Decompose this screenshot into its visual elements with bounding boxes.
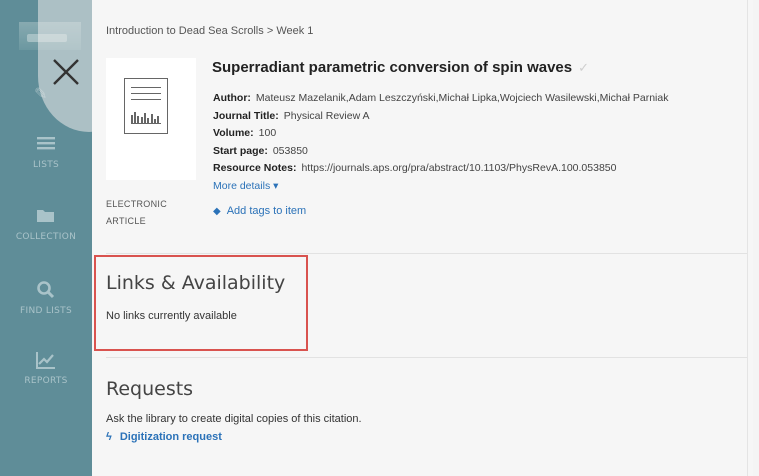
- sidebar-item-label: REPORTS: [24, 376, 68, 386]
- add-tags-label: Add tags to item: [226, 205, 307, 217]
- item-type-label: ELECTRONIC ARTICLE: [106, 199, 168, 226]
- meta-row-resource-notes: Resource Notes: https://journals.aps.org/…: [213, 160, 668, 178]
- sidebar-item-find-lists[interactable]: FIND LISTS: [0, 280, 92, 354]
- article-icon: [124, 78, 168, 134]
- more-details-link[interactable]: More details ▾: [213, 180, 278, 192]
- sidebar-item-label: LISTS: [32, 160, 60, 170]
- folder-icon: [37, 210, 54, 222]
- item-title: Superradiant parametric conversion of sp…: [212, 59, 573, 76]
- meta-value: Physical Review A: [283, 109, 370, 122]
- add-tags-link[interactable]: ◆ Add tags to item: [213, 205, 306, 217]
- breadcrumb: Introduction to Dead Sea Scrolls > Week …: [106, 25, 313, 37]
- tag-icon: ◆: [213, 206, 221, 217]
- meta-key: Author:: [213, 92, 251, 104]
- meta-value: Mateusz Mazelanik,Adam Leszczyński,Micha…: [255, 92, 669, 104]
- divider: [106, 253, 753, 254]
- search-icon: [37, 281, 55, 299]
- sidebar-item-label: FIND LISTS: [20, 306, 72, 316]
- requests-description: Ask the library to create digital copies…: [106, 413, 362, 425]
- chart-icon: [36, 352, 55, 369]
- sidebar-item-label: COLLECTION: [15, 232, 77, 242]
- close-icon[interactable]: [44, 50, 88, 94]
- sidebar-item-collection[interactable]: COLLECTION: [0, 206, 92, 280]
- meta-key: Start page:: [213, 144, 268, 157]
- item-metadata: Author: Mateusz Mazelanik,Adam Leszczyńsk…: [213, 90, 668, 195]
- meta-row-author: Author: Mateusz Mazelanik,Adam Leszczyńsk…: [213, 90, 668, 108]
- breadcrumb-week[interactable]: Week 1: [276, 25, 313, 37]
- meta-key: Resource Notes:: [213, 162, 297, 174]
- divider: [106, 357, 753, 358]
- checkmark-icon[interactable]: ✓: [578, 60, 589, 76]
- document-thumbnail: [106, 58, 196, 180]
- sidebar-item-lists[interactable]: LISTS: [0, 134, 92, 208]
- list-icon: [37, 137, 55, 150]
- meta-key: Volume:: [213, 127, 254, 139]
- meta-value: https://journals.aps.org/pra/abstract/10…: [301, 162, 617, 174]
- meta-key: Journal Title:: [213, 109, 279, 122]
- digitization-request-link[interactable]: ϟ Digitization request: [106, 431, 222, 443]
- meta-value: 100: [258, 127, 277, 139]
- requests-heading: Requests: [106, 378, 194, 400]
- breadcrumb-course[interactable]: Introduction to Dead Sea Scrolls: [106, 25, 264, 37]
- item-detail-panel: Introduction to Dead Sea Scrolls > Week …: [92, 0, 753, 476]
- sidebar-item-reports[interactable]: REPORTS: [0, 350, 92, 424]
- bolt-icon: ϟ: [106, 431, 112, 443]
- breadcrumb-separator: >: [266, 25, 274, 37]
- meta-row-start-page: Start page: 053850: [213, 143, 668, 161]
- meta-row-volume: Volume: 100: [213, 125, 668, 143]
- meta-value: 053850: [272, 144, 308, 157]
- scrollbar[interactable]: [747, 0, 753, 476]
- meta-row-journal: Journal Title: Physical Review A: [213, 108, 668, 126]
- highlight-box: [94, 255, 308, 351]
- digitization-request-label: Digitization request: [119, 431, 222, 443]
- page-title: Superradiant parametric conversion of sp…: [212, 59, 589, 76]
